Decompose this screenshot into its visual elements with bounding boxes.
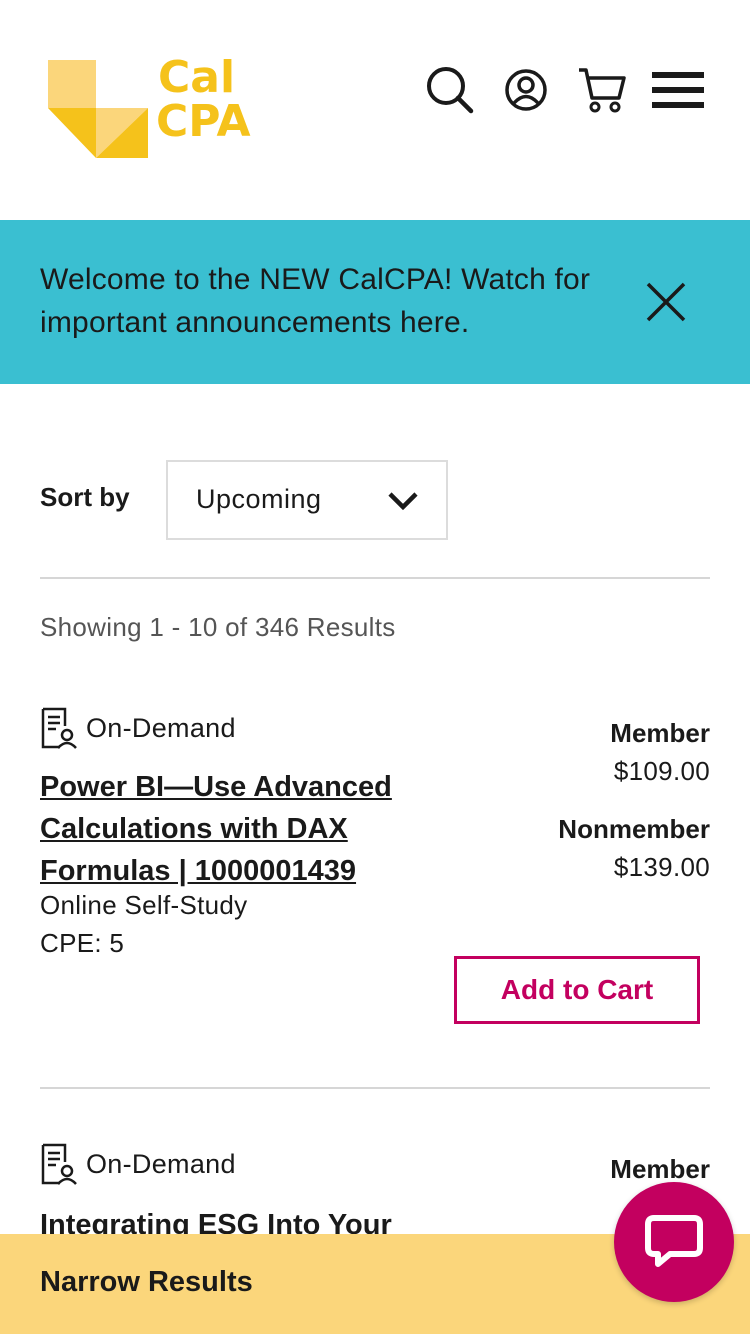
results-count: Showing 1 - 10 of 346 Results	[40, 612, 396, 642]
divider	[40, 1087, 710, 1089]
logo-wordmark: Cal CPA	[156, 52, 251, 147]
product-format: Online Self-Study	[40, 890, 248, 920]
announcement-banner: Welcome to the NEW CalCPA! Watch for imp…	[0, 220, 750, 384]
logo-line-1: Cal	[158, 52, 236, 103]
search-icon[interactable]	[422, 62, 478, 118]
product-cpe: CPE: 5	[40, 928, 125, 958]
product-card: On-Demand Power BI—Use Advanced Calculat…	[40, 706, 710, 1046]
member-price-label: Member	[610, 1154, 710, 1184]
chevron-down-icon	[388, 492, 418, 511]
narrow-results-label: Narrow Results	[40, 1266, 253, 1298]
add-to-cart-button[interactable]: Add to Cart	[454, 956, 700, 1024]
product-type: On-Demand	[40, 706, 236, 750]
chat-icon	[645, 1215, 703, 1267]
close-icon[interactable]	[642, 278, 690, 326]
nonmember-price-label: Nonmember	[558, 814, 710, 844]
product-type-label: On-Demand	[86, 1148, 236, 1179]
logo-line-2: CPA	[156, 96, 251, 147]
account-icon[interactable]	[498, 62, 554, 118]
product-title-link[interactable]: Power BI—Use Advanced Calculations with …	[40, 766, 450, 892]
divider	[40, 577, 710, 579]
cart-icon[interactable]	[574, 62, 630, 118]
site-header: Cal CPA	[0, 0, 750, 220]
on-demand-icon	[41, 707, 77, 749]
on-demand-icon	[41, 1143, 77, 1185]
announcement-text: Welcome to the NEW CalCPA! Watch for imp…	[40, 263, 591, 339]
member-price-label: Member	[610, 718, 710, 748]
member-price: $109.00	[613, 756, 710, 786]
sort-selected-value: Upcoming	[196, 484, 322, 514]
sort-label: Sort by	[40, 482, 130, 512]
sort-dropdown[interactable]: Upcoming	[166, 460, 448, 540]
chat-button[interactable]	[614, 1182, 734, 1302]
price-column: Member $109.00 Nonmember $139.00	[558, 714, 710, 906]
menu-icon[interactable]	[650, 62, 706, 118]
price-column: Member	[610, 1150, 710, 1188]
calcpa-logo[interactable]: Cal CPA	[46, 56, 266, 164]
logo-mark-icon	[48, 60, 148, 158]
product-type: On-Demand	[40, 1142, 236, 1186]
nonmember-price: $139.00	[613, 852, 710, 882]
product-type-label: On-Demand	[86, 712, 236, 743]
header-actions	[402, 60, 706, 120]
